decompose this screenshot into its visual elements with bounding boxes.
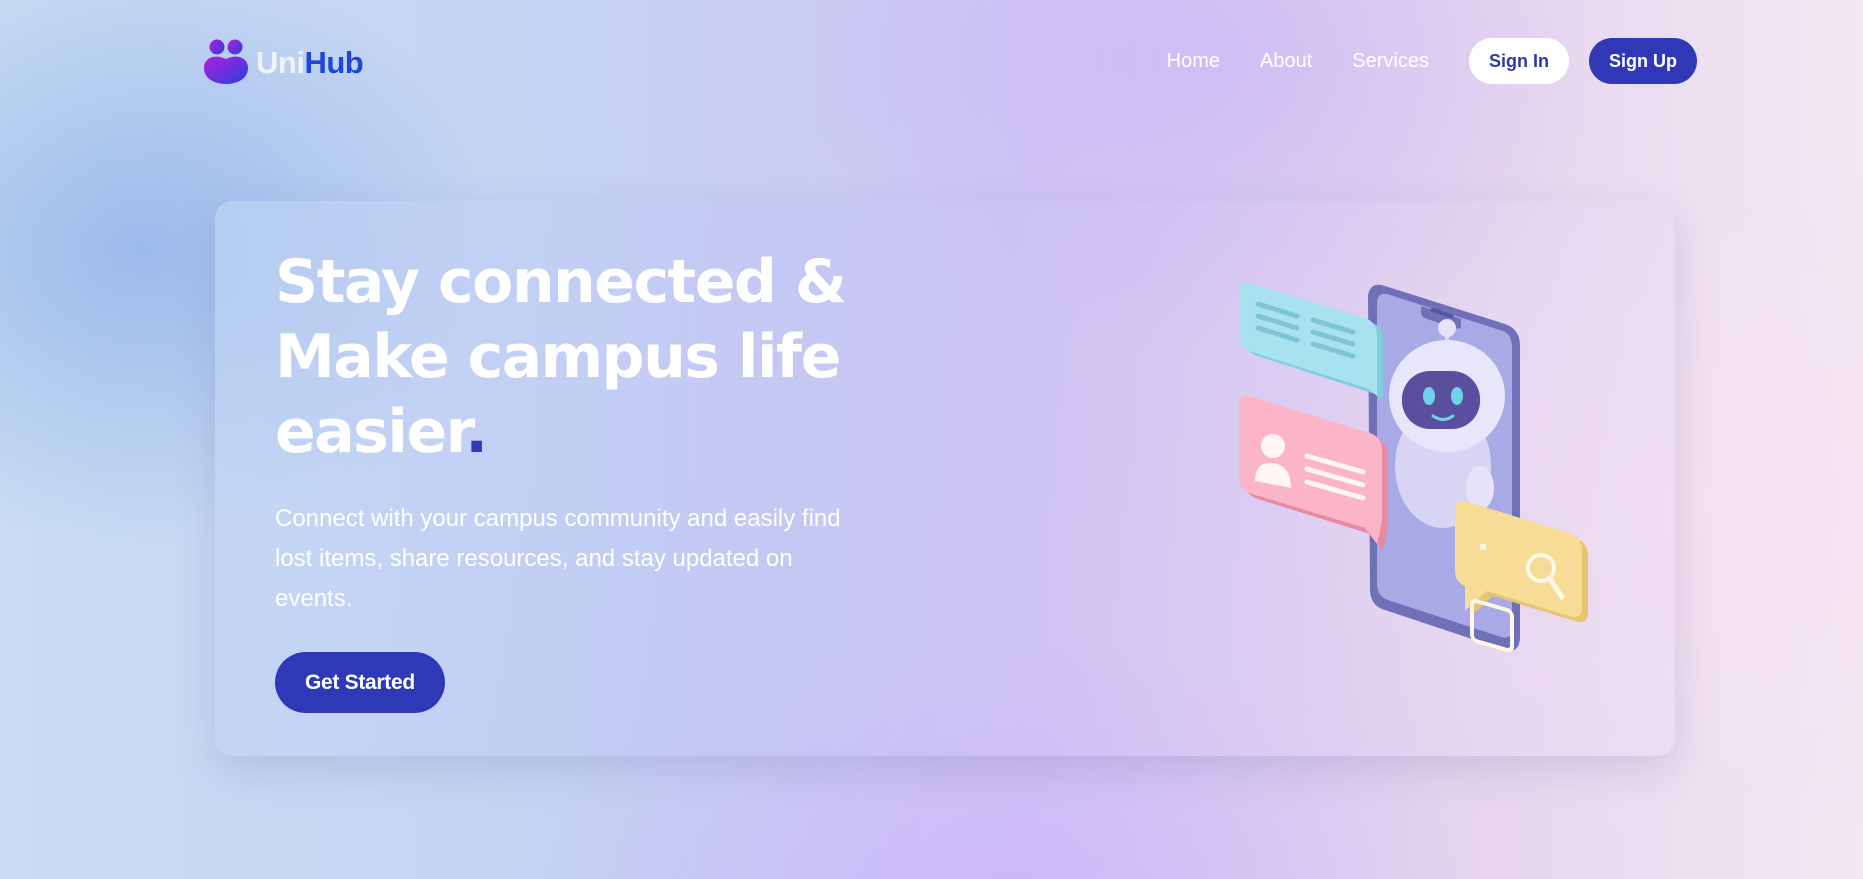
hero-title-line-2: Make campus life xyxy=(275,322,841,392)
sign-in-button[interactable]: Sign In xyxy=(1469,38,1569,84)
nav-about-link[interactable]: About xyxy=(1260,50,1312,73)
chatbot-phone-illustration xyxy=(1239,283,1588,653)
brand-name-uni: Uni xyxy=(256,44,305,80)
message-bubble-icon xyxy=(1239,283,1383,401)
people-icon xyxy=(204,39,248,84)
nav-services-link[interactable]: Services xyxy=(1352,50,1429,73)
hero-title-line-3: easier. xyxy=(275,395,895,470)
brand-logo[interactable]: UniHub xyxy=(202,36,364,86)
profile-card-icon xyxy=(1239,396,1388,551)
brand-name-hub: Hub xyxy=(304,44,364,80)
hero-card: Stay connected & Make campus life easier… xyxy=(215,201,1675,756)
nav-home-link[interactable]: Home xyxy=(1167,50,1220,73)
hero-title-line-3-text: easier xyxy=(275,397,467,467)
get-started-button[interactable]: Get Started xyxy=(275,652,445,713)
hero-title-line-1: Stay connected & xyxy=(275,247,847,317)
hero-title-dot: . xyxy=(465,397,488,467)
brand-name: UniHub xyxy=(256,44,364,80)
hero-description: Connect with your campus community and e… xyxy=(275,505,841,612)
main-nav: Home About Services Sign In Sign Up xyxy=(1167,38,1697,84)
sign-up-button[interactable]: Sign Up xyxy=(1589,38,1697,84)
site-header: UniHub Home About Services Sign In Sign … xyxy=(0,0,1863,125)
hero-title: Stay connected & Make campus life easier… xyxy=(275,245,895,470)
